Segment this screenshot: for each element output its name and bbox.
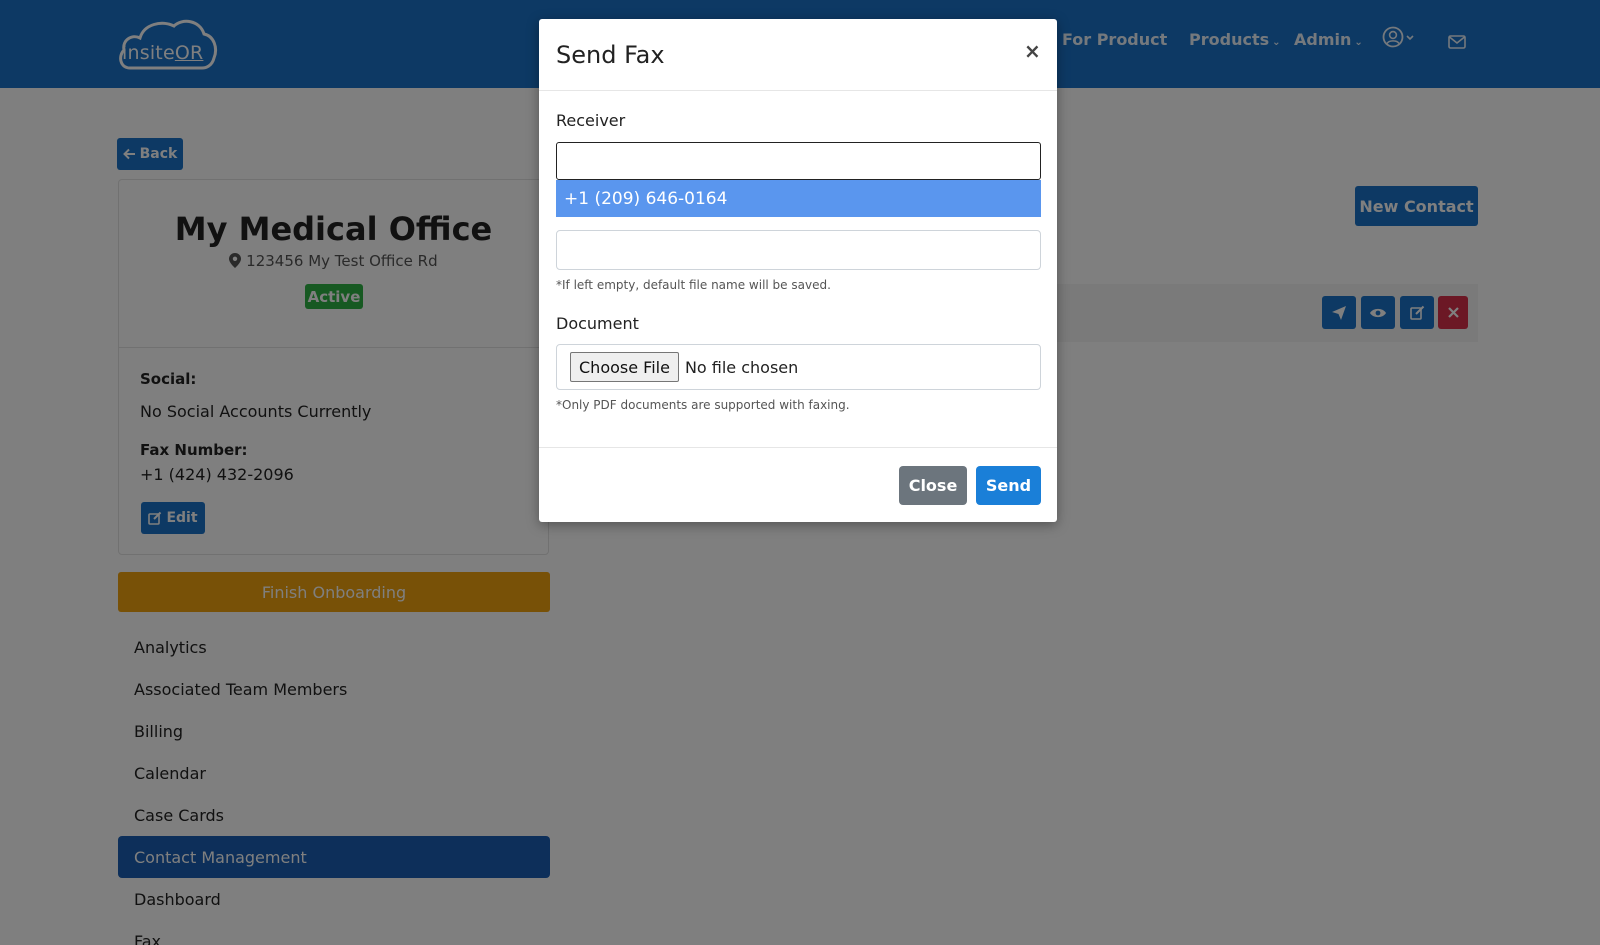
close-icon[interactable]: × bbox=[1024, 39, 1041, 63]
close-button[interactable]: Close bbox=[899, 466, 967, 505]
file-name-hint: *If left empty, default file name will b… bbox=[556, 278, 831, 292]
modal-title: Send Fax bbox=[556, 41, 665, 69]
no-file-text: No file chosen bbox=[684, 357, 799, 377]
receiver-input[interactable] bbox=[556, 142, 1041, 180]
send-button[interactable]: Send bbox=[976, 466, 1041, 505]
file-name-input[interactable] bbox=[556, 230, 1041, 270]
modal-footer: Close Send bbox=[539, 447, 1057, 522]
modal-header: Send Fax × bbox=[539, 19, 1057, 91]
document-hint: *Only PDF documents are supported with f… bbox=[556, 398, 850, 412]
receiver-label: Receiver bbox=[556, 111, 626, 130]
document-label: Document bbox=[556, 314, 639, 333]
document-file-input[interactable]: Choose File No file chosen bbox=[556, 344, 1041, 390]
receiver-suggestion[interactable]: +1 (209) 646-0164 bbox=[556, 180, 1041, 217]
send-fax-modal: Send Fax × Receiver +1 (209) 646-0164 *I… bbox=[539, 19, 1057, 522]
choose-file-button[interactable]: Choose File bbox=[570, 352, 679, 382]
